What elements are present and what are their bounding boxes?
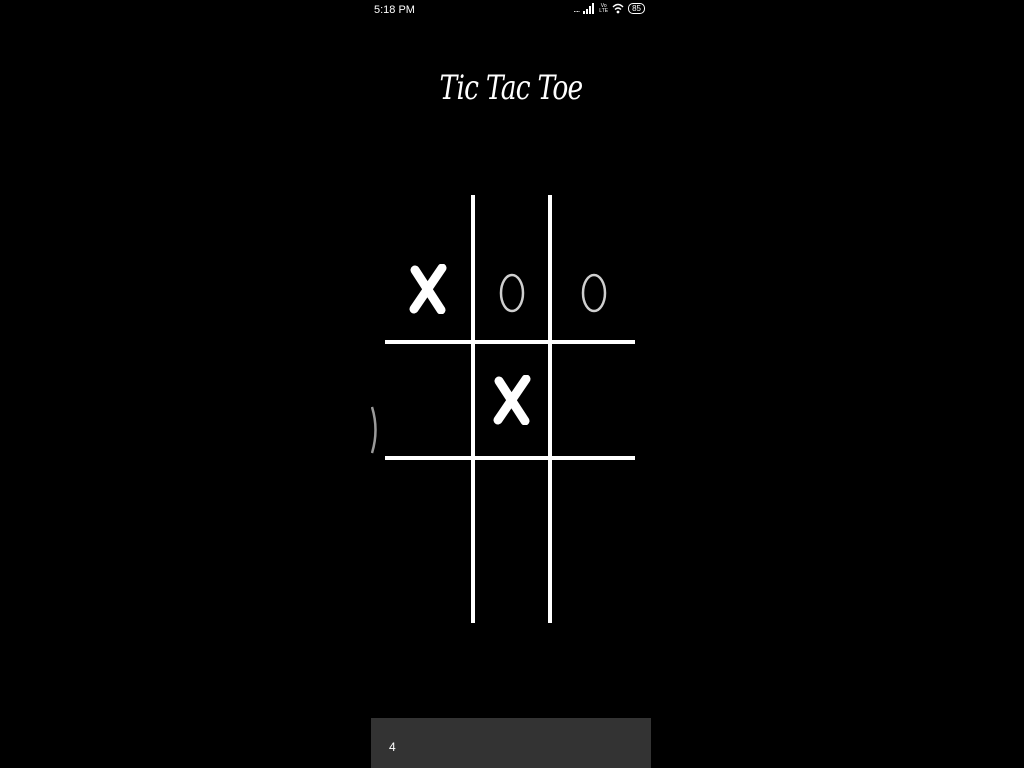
board-cell-r1-c1[interactable]	[385, 195, 471, 340]
x-mark-icon	[493, 375, 530, 425]
volte-bottom-label: LTE	[599, 7, 609, 14]
board-cell-r3-c2[interactable]	[475, 460, 548, 623]
o-mark-icon	[581, 273, 606, 313]
x-mark-icon	[409, 264, 447, 314]
board-cell-r1-c3[interactable]	[552, 195, 635, 340]
signal-icon	[583, 3, 595, 14]
board-cell-r2-c1[interactable]	[385, 344, 471, 456]
board-cell-r2-c2[interactable]	[475, 344, 548, 456]
status-time: 5:18 PM	[374, 4, 415, 16]
battery-icon: 85	[628, 3, 645, 14]
signal-dots: ....	[573, 3, 580, 14]
game-board	[385, 195, 635, 623]
board-cell-r1-c2[interactable]	[475, 195, 548, 340]
phone-screen: 5:18 PM .... Vo LTE 85 Tic Tac Toe 4	[371, 0, 651, 768]
wifi-icon	[612, 3, 624, 14]
volte-icon: Vo LTE	[599, 3, 609, 14]
app-title: Tic Tac Toe	[439, 68, 584, 108]
bottom-bar-text: 4	[389, 740, 396, 754]
bottom-bar: 4	[371, 718, 651, 768]
partial-o-mark-icon	[371, 406, 377, 454]
status-bar: 5:18 PM .... Vo LTE 85	[371, 0, 651, 22]
status-icons: .... Vo LTE 85	[573, 3, 645, 14]
board-cell-r2-c3[interactable]	[552, 344, 635, 456]
o-mark-icon	[499, 273, 524, 313]
board-cell-r3-c1[interactable]	[385, 460, 471, 623]
board-cell-r3-c3[interactable]	[552, 460, 635, 623]
